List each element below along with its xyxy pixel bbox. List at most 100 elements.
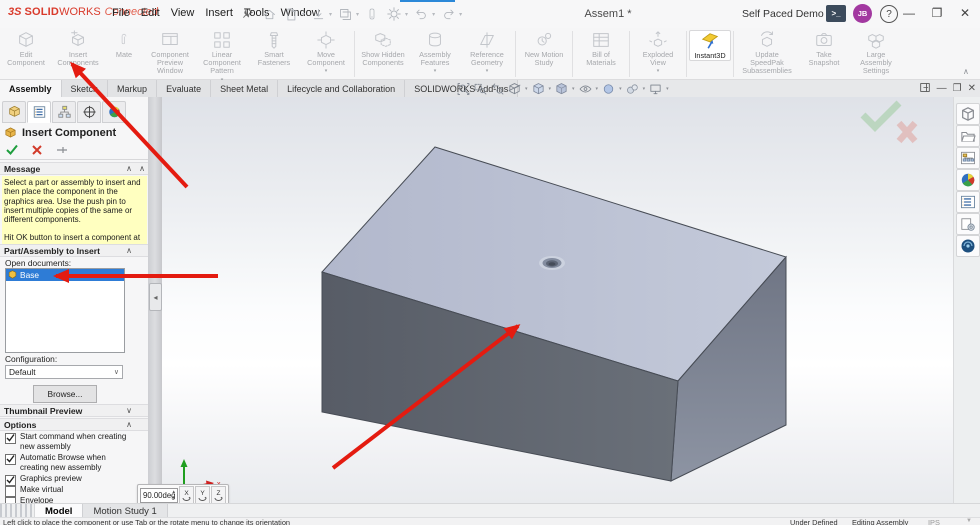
options-section-header[interactable]: Options ∧	[0, 418, 148, 431]
restore-window-button[interactable]: ❐	[928, 6, 946, 20]
previous-view-icon[interactable]	[489, 81, 506, 96]
ok-button[interactable]	[6, 144, 18, 155]
checkbox-checked[interactable]	[5, 433, 16, 444]
save-icon[interactable]	[334, 4, 356, 24]
menu-insert[interactable]: Insert	[205, 7, 233, 19]
mate-button[interactable]: Mate	[104, 30, 144, 59]
help-button[interactable]: ?	[880, 5, 898, 23]
graphics-area[interactable]: x 90.00deg ▲▼ XYZ	[137, 97, 953, 506]
chevron-down-icon[interactable]: ▾	[302, 11, 305, 18]
settings-gear-icon[interactable]	[383, 4, 405, 24]
chevron-down-icon[interactable]: ▾	[619, 86, 622, 92]
menu-pin-icon[interactable]	[242, 6, 253, 24]
model-box[interactable]	[162, 97, 953, 503]
chevron-down-icon[interactable]: ▾	[525, 86, 528, 92]
pushpin-button[interactable]	[56, 145, 68, 155]
expand-section-icon[interactable]: ∨	[126, 406, 132, 415]
tab-markup[interactable]: Markup	[108, 80, 158, 97]
open-documents-list[interactable]: Base	[5, 268, 125, 353]
instant3d-button[interactable]: Instant3D	[689, 30, 731, 62]
chevron-down-icon[interactable]: ▾	[572, 86, 575, 92]
tab-model[interactable]: Model	[35, 504, 84, 518]
collapse-section-icon[interactable]: ∧	[126, 420, 132, 429]
import-icon[interactable]	[307, 4, 329, 24]
cancel-button[interactable]	[32, 144, 42, 155]
apply-scene-icon[interactable]	[624, 81, 641, 96]
assembly-features-button[interactable]: Assembly Features ▾	[409, 30, 461, 74]
collapse-ribbon-icon[interactable]: ∧	[963, 67, 972, 522]
new-document-icon[interactable]	[280, 4, 302, 24]
configurationmanager-tab-icon[interactable]	[52, 101, 76, 123]
zoom-to-fit-icon[interactable]	[455, 81, 472, 96]
move-component-button[interactable]: Move Component ▾	[300, 30, 352, 74]
part-section-header[interactable]: Part/Assembly to Insert ∧	[0, 244, 148, 257]
tab-sheet-metal[interactable]: Sheet Metal	[211, 80, 279, 97]
minimize-icon[interactable]: —	[937, 83, 947, 94]
console-button[interactable]: >_	[826, 5, 846, 22]
option-envelope[interactable]: Envelope	[5, 496, 137, 503]
chevron-down-icon[interactable]: ▾	[329, 11, 332, 18]
display-style-icon[interactable]	[553, 81, 570, 96]
bill-of-materials-button[interactable]: Bill of Materials	[575, 30, 627, 67]
chevron-down-icon[interactable]: ▾	[666, 86, 669, 92]
chevron-down-icon[interactable]: ▾	[486, 69, 489, 74]
chevron-down-icon[interactable]: ▾	[549, 86, 552, 92]
tab-sketch[interactable]: Sketch	[61, 80, 109, 97]
tab-lifecycle-and-collaboration[interactable]: Lifecycle and Collaboration	[278, 80, 406, 97]
menu-view[interactable]: View	[171, 7, 195, 19]
document-row-base[interactable]: Base	[6, 269, 124, 281]
chevron-down-icon[interactable]: ▾	[459, 11, 462, 18]
workspace-selector[interactable]: Self Paced Demo▼	[742, 8, 837, 20]
collapse-section-icon[interactable]: ∧	[126, 164, 132, 173]
view-settings-icon[interactable]	[647, 81, 664, 96]
confirm-ok-icon[interactable]	[860, 100, 902, 132]
linear-component-pattern-button[interactable]: Linear Component Pattern▾	[196, 30, 248, 83]
chevron-down-icon[interactable]: ▾	[405, 11, 408, 18]
spinner-arrows[interactable]: ▲ ▼	[172, 489, 176, 501]
displaymanager-tab-icon[interactable]	[102, 101, 126, 123]
panel-scroll-icon[interactable]: ∧	[139, 164, 145, 173]
chevron-down-icon[interactable]: ▾	[643, 86, 646, 92]
large-assembly-settings-button[interactable]: Large Assembly Settings	[850, 30, 902, 76]
option-automatic-browse-when-creating-new-assembly[interactable]: Automatic Browse when creating new assem…	[5, 453, 137, 473]
hide-show-items-icon[interactable]	[577, 81, 594, 96]
confirmation-corner[interactable]	[855, 97, 925, 152]
reference-geometry-button[interactable]: Reference Geometry ▾	[461, 30, 513, 74]
home-icon[interactable]	[258, 4, 280, 24]
close-window-button[interactable]: ✕	[956, 6, 974, 20]
zoom-to-area-icon[interactable]	[472, 81, 489, 96]
smart-fasteners-button[interactable]: Smart Fasteners	[248, 30, 300, 67]
rotate-z-button[interactable]: Z	[211, 486, 226, 504]
chevron-down-icon[interactable]: ▾	[596, 86, 599, 92]
browse-button[interactable]: Browse...	[33, 385, 97, 403]
edit-appearance-icon[interactable]	[600, 81, 617, 96]
new-motion-study-button[interactable]: New Motion Study	[518, 30, 570, 67]
tab-assembly[interactable]: Assembly	[0, 80, 62, 97]
chevron-down-icon[interactable]: ▾	[356, 11, 359, 18]
redo-icon[interactable]	[437, 4, 459, 24]
minimize-window-button[interactable]: —	[900, 6, 918, 20]
show-hidden-components-button[interactable]: Show Hidden Components	[357, 30, 409, 67]
edit-component-button[interactable]: Edit Component	[0, 30, 52, 67]
take-snapshot-button[interactable]: Take Snapshot	[798, 30, 850, 67]
component-preview-window-button[interactable]: Component Preview Window	[144, 30, 196, 76]
dimxpertmanager-tab-icon[interactable]	[77, 101, 101, 123]
thumbnail-section-header[interactable]: Thumbnail Preview ∨	[0, 404, 148, 417]
rotate-y-button[interactable]: Y	[195, 486, 210, 504]
view-orientation-icon[interactable]	[530, 81, 547, 96]
option-start-command-when-creating-new-assembly[interactable]: Start command when creating new assembly	[5, 432, 137, 452]
message-section-header[interactable]: Message ∧ ∧	[0, 162, 148, 175]
configuration-select[interactable]: Default ∨	[5, 365, 123, 379]
tab-motion-study-1[interactable]: Motion Study 1	[83, 504, 168, 518]
undo-icon[interactable]	[410, 4, 432, 24]
featuremanager-tab-icon[interactable]	[2, 101, 26, 123]
rotation-angle-input[interactable]: 90.00deg ▲ ▼	[140, 487, 178, 503]
panel-flyout-button[interactable]: ◂	[149, 283, 162, 311]
avatar[interactable]: JB	[853, 4, 872, 23]
collapse-section-icon[interactable]: ∧	[126, 246, 132, 255]
confirm-cancel-icon[interactable]	[896, 120, 918, 144]
rotate-x-button[interactable]: X	[179, 486, 194, 504]
update-speedpak-subassemblies-button[interactable]: Update SpeedPak Subassemblies	[736, 30, 798, 76]
chevron-down-icon[interactable]: ▾	[77, 69, 80, 74]
checkbox-checked[interactable]	[5, 454, 16, 465]
